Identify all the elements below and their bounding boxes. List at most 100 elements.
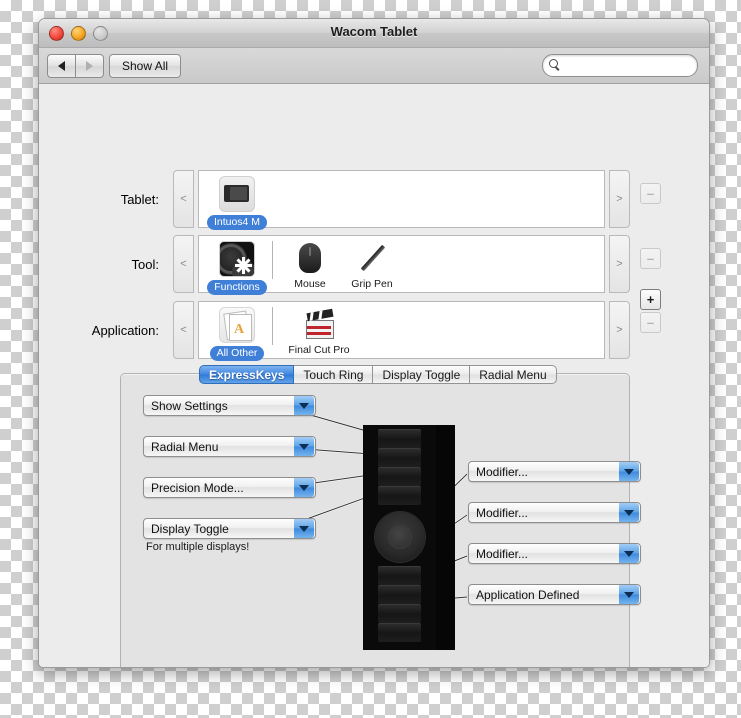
expresskey-8[interactable] bbox=[378, 623, 421, 642]
tool-item-caption: Grip Pen bbox=[351, 278, 393, 290]
pen-icon bbox=[355, 241, 389, 275]
tablet-list[interactable]: Intuos4 M bbox=[198, 170, 605, 230]
tablet-prev-button[interactable]: < bbox=[173, 170, 194, 228]
expresskey-5[interactable] bbox=[378, 566, 421, 585]
tool-remove-button[interactable]: – bbox=[640, 248, 661, 269]
expresskey-2[interactable] bbox=[378, 448, 421, 467]
expresskey-6-popup[interactable]: Modifier... bbox=[468, 502, 641, 523]
tablet-remove-button[interactable]: – bbox=[640, 183, 661, 204]
chevron-down-icon bbox=[294, 396, 314, 415]
application-remove-label: – bbox=[646, 315, 655, 330]
settings-tabbar: ExpressKeys Touch Ring Display Toggle Ra… bbox=[199, 365, 557, 384]
tab-radial-menu[interactable]: Radial Menu bbox=[470, 365, 557, 384]
chevron-down-icon bbox=[619, 503, 639, 522]
chevron-down-icon bbox=[619, 462, 639, 481]
expresskey-1[interactable] bbox=[378, 429, 421, 448]
expresskey-2-popup[interactable]: Radial Menu bbox=[143, 436, 316, 457]
chevron-down-icon bbox=[294, 519, 314, 538]
application-add-button[interactable]: + bbox=[640, 289, 661, 310]
application-prev-button[interactable]: < bbox=[173, 301, 194, 359]
expresskey-6[interactable] bbox=[378, 585, 421, 604]
wacom-tablet-window: Wacom Tablet Show All Tablet: < Intuos4 … bbox=[38, 18, 710, 668]
window-title: Wacom Tablet bbox=[330, 24, 418, 39]
list-item[interactable]: A All Other bbox=[206, 302, 268, 361]
mouse-icon bbox=[293, 241, 327, 275]
search-field[interactable] bbox=[542, 54, 698, 77]
tablet-diagram bbox=[363, 425, 455, 650]
tab-display-toggle-label: Display Toggle bbox=[382, 367, 461, 382]
tab-touch-ring-label: Touch Ring bbox=[303, 367, 364, 382]
list-divider bbox=[272, 241, 273, 279]
tablet-icon bbox=[219, 176, 255, 212]
expresskey-3[interactable] bbox=[378, 467, 421, 486]
tool-item-caption: Functions bbox=[207, 280, 267, 295]
list-item[interactable]: Final Cut Pro bbox=[279, 302, 359, 357]
functions-icon bbox=[219, 241, 255, 277]
expresskey-5-value: Modifier... bbox=[476, 464, 529, 479]
application-next-button[interactable]: > bbox=[609, 301, 630, 359]
tool-remove-label: – bbox=[646, 251, 655, 266]
expresskey-2-value: Radial Menu bbox=[151, 439, 219, 454]
tablet-next-button[interactable]: > bbox=[609, 170, 630, 228]
application-prev-label: < bbox=[180, 324, 187, 336]
tool-row-label: Tool: bbox=[131, 257, 159, 272]
list-item[interactable]: Intuos4 M bbox=[206, 171, 268, 230]
tab-expresskeys-label: ExpressKeys bbox=[209, 367, 285, 382]
final-cut-pro-icon bbox=[302, 307, 336, 341]
search-icon bbox=[549, 59, 562, 72]
application-next-label: > bbox=[616, 324, 623, 336]
expresskey-6-value: Modifier... bbox=[476, 505, 529, 520]
expresskey-1-value: Show Settings bbox=[151, 398, 228, 413]
expresskey-4-note: For multiple displays! bbox=[146, 541, 250, 553]
application-item-caption: Final Cut Pro bbox=[288, 344, 350, 356]
application-add-label: + bbox=[646, 292, 655, 307]
application-row-label: Application: bbox=[91, 323, 159, 338]
application-item-caption: All Other bbox=[209, 346, 265, 361]
expresskey-4-value: Display Toggle bbox=[151, 521, 229, 536]
tool-list[interactable]: Functions Mouse Grip Pen bbox=[198, 235, 605, 295]
application-list[interactable]: A All Other Final Cut Pro bbox=[198, 301, 605, 361]
touch-ring[interactable] bbox=[375, 512, 425, 562]
list-divider bbox=[272, 307, 273, 345]
chevron-down-icon bbox=[619, 544, 639, 563]
search-input[interactable] bbox=[562, 58, 686, 73]
show-all-button[interactable]: Show All bbox=[109, 54, 182, 78]
tool-item-caption: Mouse bbox=[294, 278, 326, 290]
tab-display-toggle[interactable]: Display Toggle bbox=[373, 365, 471, 384]
back-button[interactable] bbox=[47, 54, 75, 78]
tab-radial-menu-label: Radial Menu bbox=[479, 367, 547, 382]
expresskey-7-value: Modifier... bbox=[476, 546, 529, 561]
expresskey-3-value: Precision Mode... bbox=[151, 480, 244, 495]
preferences-body: Tablet: < Intuos4 M > – Tool: < Function… bbox=[39, 84, 709, 668]
expresskey-5-popup[interactable]: Modifier... bbox=[468, 461, 641, 482]
expresskey-4-popup[interactable]: Display Toggle bbox=[143, 518, 316, 539]
list-item[interactable]: Mouse bbox=[279, 236, 341, 291]
expresskey-4[interactable] bbox=[378, 486, 421, 505]
back-arrow-icon bbox=[58, 61, 65, 71]
chevron-down-icon bbox=[294, 437, 314, 456]
default-button[interactable]: Default bbox=[599, 667, 692, 668]
tablet-next-label: > bbox=[616, 193, 623, 205]
expresskey-7-popup[interactable]: Modifier... bbox=[468, 543, 641, 564]
window-titlebar[interactable]: Wacom Tablet bbox=[39, 19, 709, 48]
expresskey-8-popup[interactable]: Application Defined bbox=[468, 584, 641, 605]
list-item[interactable]: Functions bbox=[206, 236, 268, 295]
tablet-item-caption: Intuos4 M bbox=[206, 215, 268, 230]
tab-expresskeys[interactable]: ExpressKeys bbox=[199, 365, 295, 384]
tablet-prev-label: < bbox=[180, 193, 187, 205]
tool-next-button[interactable]: > bbox=[609, 235, 630, 293]
chevron-down-icon bbox=[619, 585, 639, 604]
tablet-row-label: Tablet: bbox=[120, 192, 159, 207]
tab-touch-ring[interactable]: Touch Ring bbox=[294, 365, 374, 384]
expresskey-3-popup[interactable]: Precision Mode... bbox=[143, 477, 316, 498]
chevron-down-icon bbox=[294, 478, 314, 497]
tool-prev-button[interactable]: < bbox=[173, 235, 194, 293]
expresskey-1-popup[interactable]: Show Settings bbox=[143, 395, 316, 416]
application-remove-button[interactable]: – bbox=[640, 312, 661, 333]
tool-next-label: > bbox=[616, 258, 623, 270]
all-other-icon: A bbox=[219, 307, 255, 343]
list-item[interactable]: Grip Pen bbox=[341, 236, 403, 291]
expresskey-7[interactable] bbox=[378, 604, 421, 623]
tablet-remove-label: – bbox=[646, 186, 655, 201]
tool-prev-label: < bbox=[180, 258, 187, 270]
